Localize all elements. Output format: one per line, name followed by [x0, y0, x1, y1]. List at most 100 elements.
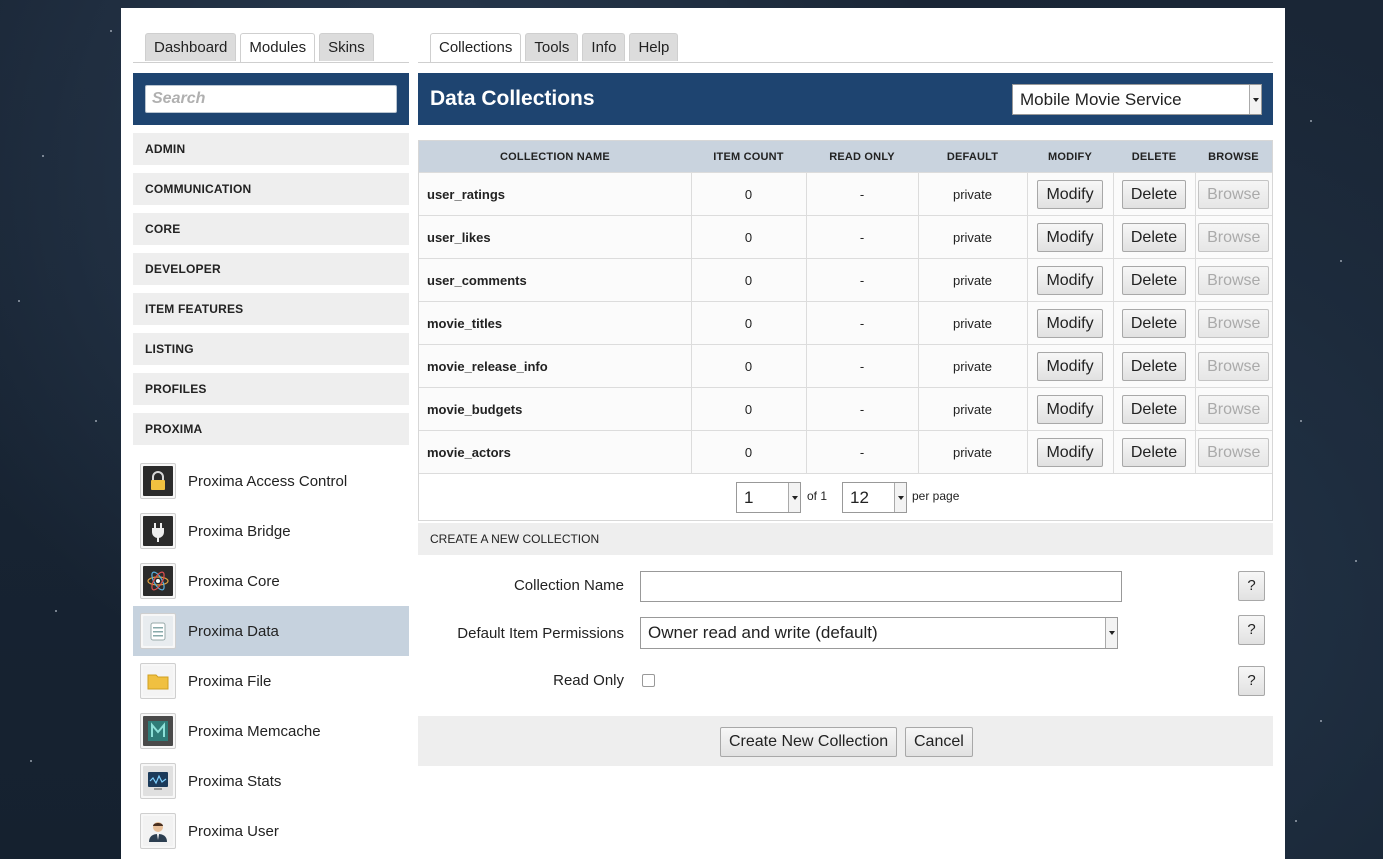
module-label: Proxima Stats	[188, 772, 282, 790]
item-count: 0	[690, 430, 806, 473]
default-permission: private	[917, 215, 1027, 259]
chevron-down-icon	[1249, 85, 1261, 114]
user-person-icon	[140, 813, 176, 849]
main-header: Data Collections Mobile Movie Service	[418, 73, 1273, 125]
tab-info[interactable]: Info	[582, 33, 626, 61]
default-permission: private	[917, 387, 1027, 431]
help-button-read-only[interactable]: ?	[1238, 666, 1265, 696]
delete-button[interactable]: Delete	[1121, 351, 1187, 381]
modify-button[interactable]: Modify	[1037, 394, 1103, 424]
read-only-value: -	[805, 258, 918, 302]
folder-icon	[140, 663, 176, 699]
sidebar-item-proxima-access-control[interactable]: Proxima Access Control	[133, 456, 409, 506]
sidebar-item-proxima-file[interactable]: Proxima File	[133, 656, 409, 706]
col-browse: BROWSE	[1195, 141, 1272, 173]
default-permission: private	[917, 301, 1027, 345]
sidebar-item-proxima-stats[interactable]: Proxima Stats	[133, 756, 409, 806]
collection-name[interactable]: movie_titles	[419, 301, 691, 345]
create-collection-heading: CREATE A NEW COLLECTION	[418, 523, 1273, 555]
category-admin[interactable]: ADMIN	[133, 133, 409, 165]
read-only-label: Read Only	[553, 672, 624, 689]
browse-button[interactable]: Browse	[1198, 351, 1270, 381]
page-select-value: 1	[744, 488, 754, 507]
col-collection-name: COLLECTION NAME	[419, 141, 691, 173]
collection-name[interactable]: user_ratings	[419, 172, 691, 216]
tab-skins[interactable]: Skins	[319, 33, 374, 61]
delete-cell: Delete	[1112, 215, 1195, 259]
browse-button[interactable]: Browse	[1198, 394, 1270, 424]
browse-cell: Browse	[1194, 215, 1272, 259]
sidebar-item-proxima-user[interactable]: Proxima User	[133, 806, 409, 856]
category-listing[interactable]: LISTING	[133, 333, 409, 365]
delete-button[interactable]: Delete	[1121, 222, 1187, 252]
collection-name[interactable]: user_comments	[419, 258, 691, 302]
help-button-collection-name[interactable]: ?	[1238, 571, 1265, 601]
sidebar-item-proxima-core[interactable]: Proxima Core	[133, 556, 409, 606]
delete-cell: Delete	[1112, 430, 1195, 473]
collection-name[interactable]: movie_release_info	[419, 344, 691, 388]
read-only-value: -	[805, 215, 918, 259]
default-permissions-select[interactable]: Owner read and write (default)	[640, 617, 1118, 649]
modify-button[interactable]: Modify	[1037, 437, 1103, 467]
service-select-value: Mobile Movie Service	[1020, 90, 1182, 109]
tab-modules[interactable]: Modules	[240, 33, 316, 63]
module-label: Proxima User	[188, 822, 279, 840]
tab-help[interactable]: Help	[629, 33, 679, 61]
cancel-button[interactable]: Cancel	[905, 727, 973, 757]
table-row: movie_release_info 0 - private Modify De…	[419, 344, 1272, 388]
browse-button[interactable]: Browse	[1198, 437, 1270, 467]
help-button-permissions[interactable]: ?	[1238, 615, 1265, 645]
delete-button[interactable]: Delete	[1121, 394, 1187, 424]
collection-name[interactable]: movie_actors	[419, 430, 691, 473]
collection-name-input[interactable]	[640, 571, 1122, 602]
modify-button[interactable]: Modify	[1037, 222, 1103, 252]
tab-tools[interactable]: Tools	[525, 33, 579, 61]
modify-cell: Modify	[1026, 172, 1113, 216]
delete-button[interactable]: Delete	[1121, 179, 1187, 209]
plug-icon	[140, 513, 176, 549]
padlock-icon	[140, 463, 176, 499]
per-page-select[interactable]: 12	[842, 482, 907, 513]
modify-button[interactable]: Modify	[1037, 351, 1103, 381]
delete-button[interactable]: Delete	[1121, 308, 1187, 338]
category-item-features[interactable]: ITEM FEATURES	[133, 293, 409, 325]
sidebar-item-proxima-data[interactable]: Proxima Data	[133, 606, 409, 656]
category-proxima[interactable]: PROXIMA	[133, 413, 409, 445]
service-select[interactable]: Mobile Movie Service	[1012, 84, 1262, 115]
sidebar-item-proxima-bridge[interactable]: Proxima Bridge	[133, 506, 409, 556]
read-only-checkbox[interactable]	[642, 674, 655, 687]
modify-button[interactable]: Modify	[1037, 265, 1103, 295]
page-select[interactable]: 1	[736, 482, 801, 513]
browse-button[interactable]: Browse	[1198, 222, 1270, 252]
modify-button[interactable]: Modify	[1037, 308, 1103, 338]
collection-name[interactable]: movie_budgets	[419, 387, 691, 431]
delete-button[interactable]: Delete	[1121, 265, 1187, 295]
modify-button[interactable]: Modify	[1037, 179, 1103, 209]
module-label: Proxima File	[188, 672, 272, 690]
monitor-stats-icon	[140, 763, 176, 799]
tab-divider-right	[418, 62, 1273, 63]
tab-collections[interactable]: Collections	[430, 33, 522, 63]
tab-dashboard[interactable]: Dashboard	[145, 33, 237, 61]
browse-button[interactable]: Browse	[1198, 179, 1270, 209]
item-count: 0	[690, 172, 806, 216]
collection-name[interactable]: user_likes	[419, 215, 691, 259]
category-developer[interactable]: DEVELOPER	[133, 253, 409, 285]
category-communication[interactable]: COMMUNICATION	[133, 173, 409, 205]
browse-cell: Browse	[1194, 387, 1272, 431]
browse-button[interactable]: Browse	[1198, 265, 1270, 295]
table-row: user_likes 0 - private Modify Delete Bro…	[419, 215, 1272, 259]
table-row: movie_budgets 0 - private Modify Delete …	[419, 387, 1272, 431]
tab-divider	[133, 62, 409, 63]
category-core[interactable]: CORE	[133, 213, 409, 245]
form-actions: Create New Collection Cancel	[418, 716, 1273, 766]
search-input[interactable]	[145, 85, 397, 113]
modify-cell: Modify	[1026, 258, 1113, 302]
create-collection-button[interactable]: Create New Collection	[720, 727, 898, 757]
modify-cell: Modify	[1026, 344, 1113, 388]
default-permission: private	[917, 258, 1027, 302]
category-profiles[interactable]: PROFILES	[133, 373, 409, 405]
delete-button[interactable]: Delete	[1121, 437, 1187, 467]
sidebar-item-proxima-memcache[interactable]: Proxima Memcache	[133, 706, 409, 756]
browse-button[interactable]: Browse	[1198, 308, 1270, 338]
